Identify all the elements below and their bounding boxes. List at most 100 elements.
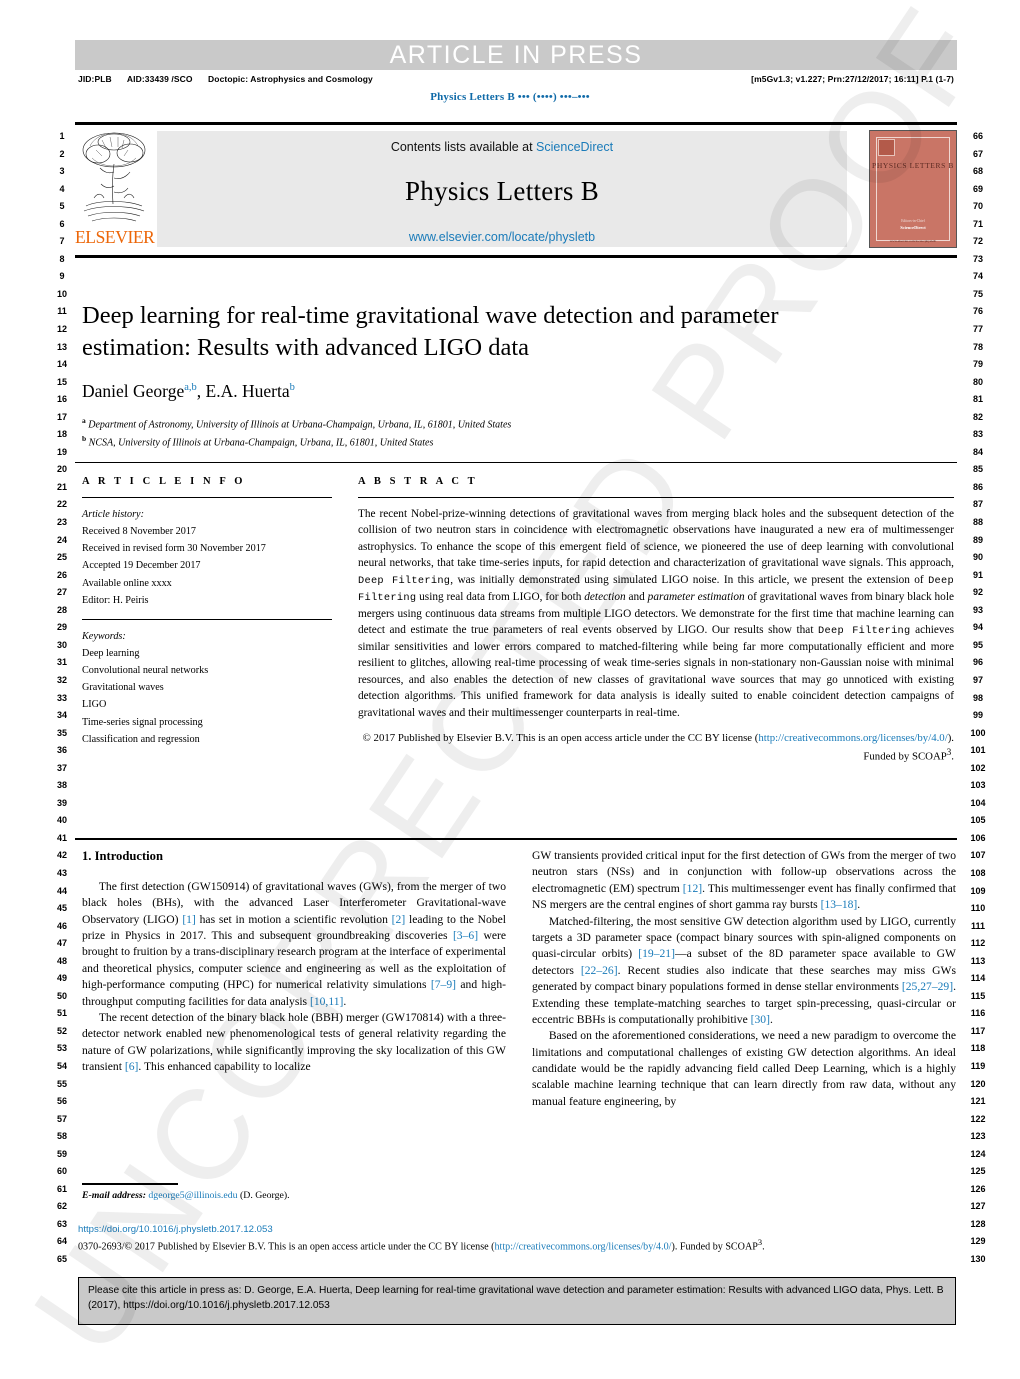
line-number: 56 bbox=[56, 1096, 67, 1107]
line-number: 57 bbox=[56, 1113, 67, 1124]
line-number: 98 bbox=[972, 692, 983, 703]
line-number: 33 bbox=[56, 692, 67, 703]
line-number: 96 bbox=[972, 657, 983, 668]
line-number: 88 bbox=[972, 517, 983, 528]
abstract-run: achieves similar sensitivities and lower… bbox=[358, 624, 954, 719]
citation-reference[interactable]: [19–21] bbox=[638, 947, 675, 960]
line-number: 39 bbox=[56, 797, 67, 808]
line-number: 54 bbox=[56, 1060, 67, 1071]
line-number: 95 bbox=[972, 639, 983, 650]
keyword-item: Time-series signal processing bbox=[82, 716, 203, 728]
license-prefix: 0370-2693/© 2017 Published by Elsevier B… bbox=[78, 1241, 495, 1253]
line-number: 72 bbox=[972, 236, 983, 247]
line-number: 100 bbox=[970, 727, 986, 738]
line-number: 87 bbox=[972, 499, 983, 510]
keyword-item: Classification and regression bbox=[82, 733, 200, 745]
line-number: 36 bbox=[56, 745, 67, 756]
line-number: 124 bbox=[970, 1148, 986, 1159]
page-title: Deep learning for real-time gravitationa… bbox=[82, 302, 779, 362]
paragraph-text: . bbox=[857, 898, 861, 912]
line-number: 119 bbox=[970, 1060, 986, 1071]
line-number: 107 bbox=[970, 850, 986, 861]
line-number: 19 bbox=[56, 446, 67, 457]
line-number: 48 bbox=[56, 955, 67, 966]
line-number: 85 bbox=[972, 464, 983, 475]
line-number: 105 bbox=[970, 815, 986, 826]
line-number: 50 bbox=[56, 990, 67, 1001]
citation-reference[interactable]: [13–18] bbox=[821, 898, 858, 911]
affiliation-text: NCSA, University of Illinois at Urbana-C… bbox=[88, 437, 434, 449]
line-number: 79 bbox=[972, 359, 983, 370]
line-number: 15 bbox=[56, 376, 67, 387]
citation-reference[interactable]: [12] bbox=[683, 882, 702, 895]
line-number: 70 bbox=[972, 201, 983, 212]
line-number: 117 bbox=[970, 1025, 986, 1036]
line-number: 28 bbox=[56, 604, 67, 615]
line-number: 106 bbox=[970, 832, 986, 843]
line-number: 108 bbox=[970, 867, 986, 878]
line-number: 126 bbox=[970, 1183, 986, 1194]
affiliation-item: a Department of Astronomy, University of… bbox=[82, 415, 842, 434]
line-number: 55 bbox=[56, 1078, 67, 1089]
history-item: Accepted 19 December 2017 bbox=[82, 560, 201, 572]
cite-this-article-box: Please cite this article in press as: D.… bbox=[78, 1277, 956, 1325]
cover-badge-icon bbox=[878, 139, 895, 156]
line-number: 7 bbox=[59, 236, 65, 247]
elsevier-wordmark: ELSEVIER bbox=[75, 227, 155, 247]
line-number: 29 bbox=[56, 622, 67, 633]
line-numbers-right: 66 67 68 69 70 71 72 73 74 75 76 77 78 79 80 81 82 83 84 85… bbox=[963, 128, 993, 1269]
abstract-run: and bbox=[625, 590, 648, 603]
article-in-press-banner: ARTICLE IN PRESS bbox=[75, 40, 957, 70]
line-number: 82 bbox=[972, 411, 983, 422]
body-paragraph: Based on the aforementioned consideratio… bbox=[532, 1028, 956, 1110]
citation-reference[interactable]: [22–26] bbox=[581, 964, 618, 977]
article-history-group: Article history: Received 8 November 201… bbox=[82, 506, 332, 609]
journal-homepage-link[interactable]: www.elsevier.com/locate/physletb bbox=[409, 230, 595, 244]
citation-reference[interactable]: [10,11] bbox=[310, 995, 343, 1008]
proof-metadata-left: JID:PLB AID:33439 /SCO Doctopic: Astroph… bbox=[78, 74, 386, 84]
line-number: 76 bbox=[972, 306, 983, 317]
copyright-end: . bbox=[951, 750, 954, 763]
author-name: Daniel George bbox=[82, 380, 185, 401]
citation-reference[interactable]: [6] bbox=[125, 1060, 139, 1073]
citation-reference[interactable]: [7–9] bbox=[431, 978, 456, 991]
line-number: 127 bbox=[970, 1201, 986, 1212]
line-number: 32 bbox=[56, 674, 67, 685]
line-number: 34 bbox=[56, 710, 67, 721]
line-number: 47 bbox=[56, 938, 67, 949]
cc-license-link-footer[interactable]: http://creativecommons.org/licenses/by/4… bbox=[495, 1241, 672, 1252]
copyright-prefix: © 2017 Published by Elsevier B.V. This i… bbox=[362, 732, 759, 745]
abstract-run: , was initially demonstrated using simul… bbox=[450, 573, 929, 586]
affiliation-mark: a bbox=[82, 415, 86, 425]
citation-reference[interactable]: [1] bbox=[182, 913, 196, 926]
affiliation-text: Department of Astronomy, University of I… bbox=[88, 418, 512, 430]
line-number: 125 bbox=[970, 1166, 986, 1177]
line-number: 35 bbox=[56, 727, 67, 738]
paragraph-text: . This enhanced capability to localize bbox=[138, 1060, 311, 1074]
section-heading-introduction: 1. Introduction bbox=[82, 849, 163, 863]
line-number: 18 bbox=[56, 429, 67, 440]
abstract-run: using real data from LIGO, for both bbox=[416, 590, 585, 603]
line-number: 74 bbox=[972, 271, 983, 282]
email-label: E-mail address: bbox=[82, 1190, 146, 1201]
line-number: 120 bbox=[970, 1078, 986, 1089]
citation-reference[interactable]: [25,27–29] bbox=[902, 980, 953, 993]
elsevier-logo: ELSEVIER bbox=[75, 128, 155, 250]
affiliation-mark: b bbox=[82, 434, 87, 444]
citation-reference[interactable]: [30] bbox=[751, 1013, 770, 1026]
line-number: 63 bbox=[56, 1218, 67, 1229]
citation-reference[interactable]: [3–6] bbox=[453, 929, 478, 942]
line-number: 128 bbox=[970, 1218, 986, 1229]
cc-license-link[interactable]: http://creativecommons.org/licenses/by/4… bbox=[758, 732, 947, 744]
line-number: 114 bbox=[970, 973, 986, 984]
cover-footer-line3: www.elsevier.com/locate/physletb bbox=[889, 239, 937, 243]
sciencedirect-link[interactable]: ScienceDirect bbox=[536, 140, 613, 154]
article-info-divider bbox=[82, 497, 332, 498]
citation-reference[interactable]: [2] bbox=[392, 913, 406, 926]
email-link[interactable]: dgeorge5@illinois.edu bbox=[148, 1190, 237, 1201]
abstract-copyright: © 2017 Published by Elsevier B.V. This i… bbox=[358, 730, 954, 765]
paper-page: UNCORRECTED PROOF ARTICLE IN PRESS JID:P… bbox=[0, 0, 1020, 1378]
doi-link[interactable]: https://doi.org/10.1016/j.physletb.2017.… bbox=[78, 1224, 273, 1235]
line-number: 109 bbox=[970, 885, 986, 896]
abstract-divider bbox=[358, 497, 954, 498]
